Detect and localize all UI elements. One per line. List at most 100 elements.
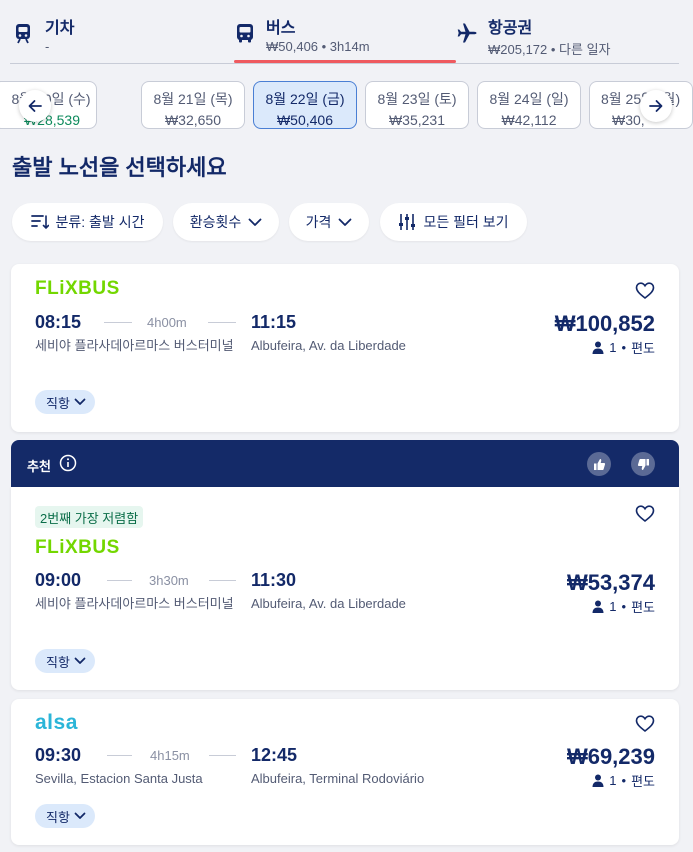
sort-icon xyxy=(30,215,49,230)
recommended-label: 추천 xyxy=(27,459,51,474)
arrival-station: Albufeira, Av. da Liberdade xyxy=(251,596,406,611)
all-filters-button[interactable]: 모든 필터 보기 xyxy=(380,203,527,241)
duration: 4h00m xyxy=(147,315,187,330)
tabs-divider xyxy=(10,63,679,64)
person-icon xyxy=(592,774,604,787)
tab-train-subtitle: - xyxy=(45,39,50,54)
person-icon xyxy=(592,600,604,613)
passenger-info: 1 • 편도 xyxy=(592,338,655,357)
passenger-count: 1 xyxy=(609,340,617,355)
chevron-down-icon xyxy=(74,812,86,819)
passenger-count: 1 xyxy=(609,599,617,614)
arrival-station: Albufeira, Terminal Rodoviário xyxy=(251,771,425,786)
duration-line xyxy=(209,755,236,756)
sort-button[interactable]: 분류: 출발 시간 xyxy=(12,203,163,241)
price-filter[interactable]: 가격 xyxy=(289,203,369,241)
tab-flight[interactable]: 항공권 ₩205,172 • 다른 일자 xyxy=(456,10,686,62)
date-label: 8월 21일 (목) xyxy=(153,91,233,107)
thumbs-down-button[interactable] xyxy=(631,452,655,476)
direct-dropdown[interactable]: 직항 xyxy=(35,804,95,828)
active-tab-indicator xyxy=(234,60,456,63)
trip-type: 편도 xyxy=(631,774,655,789)
heart-icon[interactable] xyxy=(635,281,655,301)
date-card[interactable]: 8월 21일 (목) ₩32,650 xyxy=(141,81,245,129)
duration: 3h30m xyxy=(149,573,189,588)
departure-station: Sevilla, Estacion Santa Justa xyxy=(35,771,203,786)
date-label: 8월 24일 (일) xyxy=(489,91,569,107)
airplane-icon xyxy=(457,23,477,43)
chevron-down-icon xyxy=(338,218,352,226)
date-price: ₩42,112 xyxy=(501,112,557,128)
all-filters-label: 모든 필터 보기 xyxy=(423,214,509,230)
transfers-filter[interactable]: 환승횟수 xyxy=(173,203,279,241)
sliders-icon xyxy=(399,214,416,230)
thumbs-up-icon xyxy=(593,458,605,470)
trip-price: ₩69,239 xyxy=(566,744,655,769)
departure-station: 세비야 플라사데아르마스 버스터미널 xyxy=(35,596,234,611)
duration: 4h15m xyxy=(150,748,190,763)
operator-logo: FLiXBUS xyxy=(35,278,120,299)
departure-time: 08:15 xyxy=(35,312,82,332)
date-label: 8월 22일 (금) xyxy=(265,91,345,107)
arrow-left-icon xyxy=(28,100,42,112)
duration-line xyxy=(208,322,236,323)
bullet: • xyxy=(621,773,627,788)
chevron-down-icon xyxy=(248,218,262,226)
tab-bus-title: 버스 xyxy=(266,20,296,37)
transfers-label: 환승횟수 xyxy=(189,214,242,230)
cheapest-badge: 2번째 가장 저렴함 xyxy=(35,506,144,528)
tab-flight-title: 항공권 xyxy=(488,20,533,37)
operator-logo: alsa xyxy=(35,711,78,734)
date-price: ₩30, xyxy=(612,112,645,128)
passenger-info: 1 • 편도 xyxy=(592,597,655,616)
train-icon xyxy=(16,24,30,44)
date-price: ₩50,406 xyxy=(276,112,334,128)
next-dates-button[interactable] xyxy=(640,90,672,122)
page-title: 출발 노선을 선택하세요 xyxy=(12,155,227,180)
departure-time: 09:30 xyxy=(35,745,82,765)
departure-time: 09:00 xyxy=(35,570,82,590)
direct-dropdown[interactable]: 직항 xyxy=(35,390,95,414)
passenger-info: 1 • 편도 xyxy=(592,771,655,790)
result-card[interactable]: FLiXBUS 08:15 4h00m 11:15 세비야 플라사데아르마스 버… xyxy=(11,264,679,432)
bullet: • xyxy=(621,599,627,614)
duration-line xyxy=(104,322,132,323)
heart-icon[interactable] xyxy=(635,504,655,524)
date-card[interactable]: 8월 23일 (토) ₩35,231 xyxy=(365,81,469,129)
direct-dropdown[interactable]: 직항 xyxy=(35,649,95,673)
trip-price: ₩53,374 xyxy=(566,570,655,595)
arrival-station: Albufeira, Av. da Liberdade xyxy=(251,338,406,353)
operator-logo: FLiXBUS xyxy=(35,537,120,558)
date-card[interactable]: 8월 24일 (일) ₩42,112 xyxy=(477,81,581,129)
date-card-selected[interactable]: 8월 22일 (금) ₩50,406 xyxy=(253,81,357,129)
date-label: 8월 23일 (토) xyxy=(377,91,457,107)
chevron-down-icon xyxy=(74,657,86,664)
trip-price: ₩100,852 xyxy=(554,311,655,336)
info-icon[interactable] xyxy=(59,454,77,472)
person-icon xyxy=(592,341,604,354)
chevron-down-icon xyxy=(74,398,86,405)
bus-icon xyxy=(237,24,253,43)
tab-train-title: 기차 xyxy=(45,20,75,37)
duration-line xyxy=(209,580,236,581)
date-price: ₩35,231 xyxy=(388,112,446,128)
arrow-right-icon xyxy=(649,100,663,112)
tab-train[interactable]: 기차 - xyxy=(12,10,212,62)
recommended-header: 추천 xyxy=(11,440,679,488)
transport-mode-tabs: 기차 - 버스 ₩50,406 • 3h14m 항공권 ₩205,172 • 다… xyxy=(0,0,693,66)
departure-station: 세비야 플라사데아르마스 버스터미널 xyxy=(35,338,234,353)
result-card[interactable]: alsa 09:30 4h15m 12:45 Sevilla, Estacion… xyxy=(11,699,679,845)
thumbs-up-button[interactable] xyxy=(587,452,611,476)
trip-type: 편도 xyxy=(631,600,655,615)
arrival-time: 11:30 xyxy=(251,570,297,590)
arrival-time: 11:15 xyxy=(251,312,297,332)
passenger-count: 1 xyxy=(609,773,617,788)
tab-flight-subtitle: ₩205,172 • 다른 일자 xyxy=(488,42,611,57)
date-selector: 8월 20일 (수) ₩28,539 8월 21일 (목) ₩32,650 8월… xyxy=(0,80,693,130)
tab-bus[interactable]: 버스 ₩50,406 • 3h14m xyxy=(234,10,456,62)
direct-label: 직항 xyxy=(46,809,70,825)
result-card[interactable]: 2번째 가장 저렴함 FLiXBUS 09:00 3h30m 11:30 세비야… xyxy=(11,487,679,690)
heart-icon[interactable] xyxy=(635,714,655,734)
arrival-time: 12:45 xyxy=(251,745,298,765)
prev-dates-button[interactable] xyxy=(19,90,51,122)
